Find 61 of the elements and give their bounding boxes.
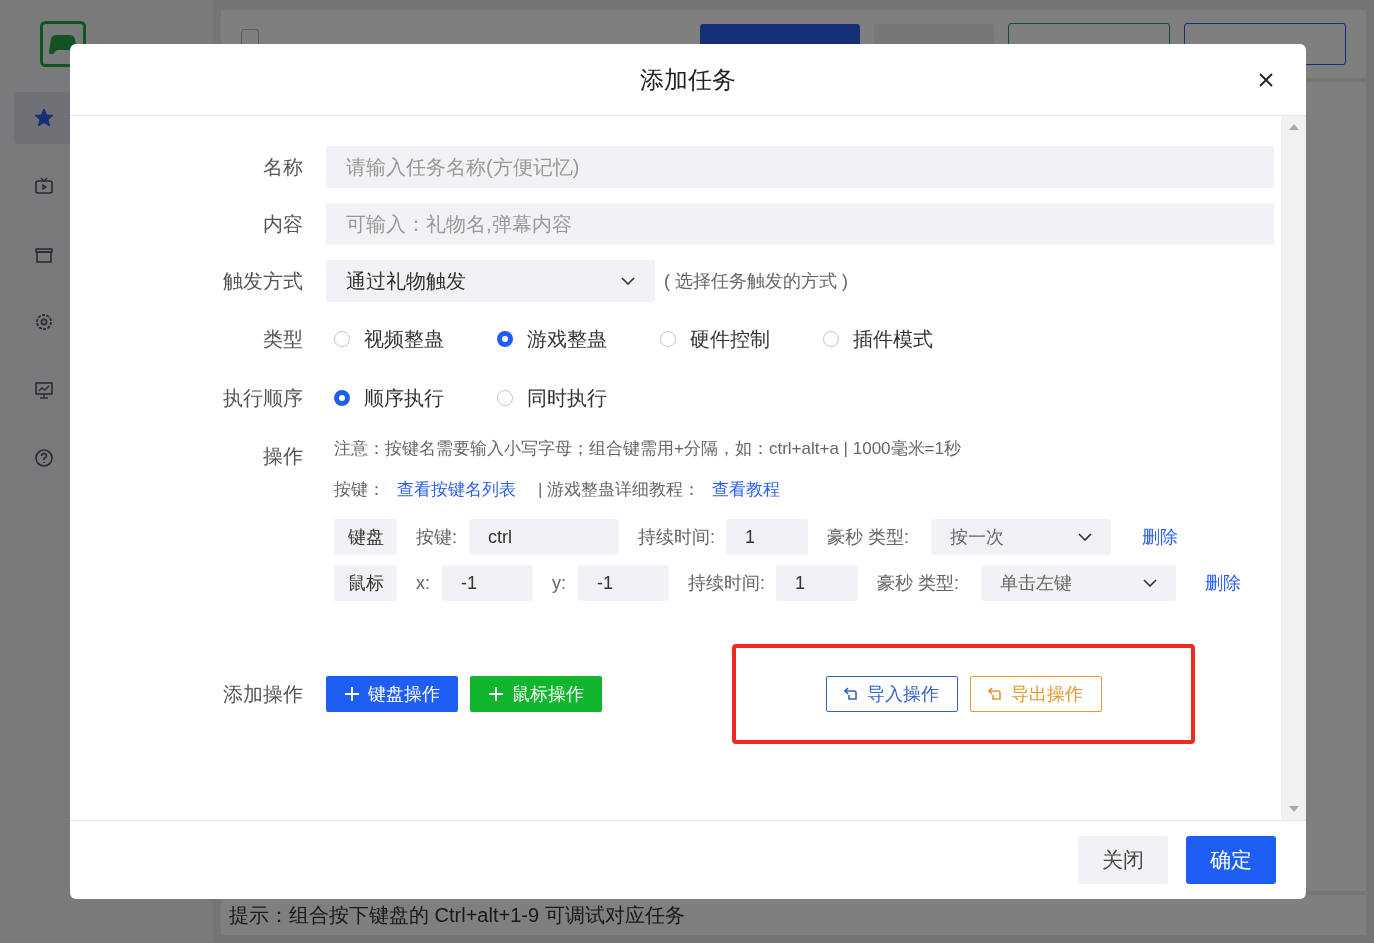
add-operation-button[interactable]: 键盘操作 — [326, 676, 458, 712]
monitor-icon — [34, 380, 54, 400]
field-label: x: — [416, 572, 430, 594]
help-icon — [34, 448, 54, 468]
delete-link[interactable]: 删除 — [1142, 525, 1179, 549]
field-label: 执行顺序 — [222, 385, 303, 411]
dialog-title: 添加任务 — [640, 64, 736, 95]
hint-text: 提示：组合按下键盘的 Ctrl+alt+1-9 可调试对应任务 — [229, 902, 685, 928]
swap-icon — [988, 687, 1002, 701]
close-button[interactable]: 关闭 — [1078, 836, 1168, 884]
field-label: 持续时间: — [688, 572, 766, 595]
field-label: 添加操作 — [222, 681, 303, 707]
y-field[interactable]: -1 — [578, 565, 670, 601]
swap-icon — [844, 687, 858, 701]
chevron-down-icon — [1143, 579, 1158, 587]
field-label: 名称 — [262, 154, 303, 180]
radio-option[interactable]: 插件模式 — [823, 325, 963, 353]
x-field[interactable]: -1 — [442, 565, 533, 601]
keys-label: 按键： — [334, 479, 385, 501]
gear-icon — [34, 312, 54, 332]
trigger-hint: ( 选择任务触发的方式 ) — [664, 270, 848, 293]
radio-button[interactable] — [334, 390, 350, 406]
tutorial-label: | 游戏整蛊详细教程： — [538, 479, 701, 501]
operation-tag: 鼠标 — [334, 565, 397, 601]
operation-tag: 键盘 — [334, 519, 397, 555]
field-label: 内容 — [262, 211, 303, 237]
field-label: 豪秒 类型: — [827, 526, 910, 549]
radio-option[interactable]: 硬件控制 — [660, 325, 800, 353]
field-label: 类型 — [262, 326, 303, 352]
field-label: 持续时间: — [638, 526, 716, 549]
radio-option[interactable]: 游戏整蛊 — [497, 325, 637, 353]
import-button[interactable]: 导入操作 — [825, 676, 958, 712]
name-field[interactable]: 请输入任务名称(方便记忆) — [326, 146, 1274, 188]
duration-field[interactable]: 1 — [776, 565, 859, 601]
radio-button[interactable] — [497, 331, 513, 347]
field-label: 豪秒 类型: — [877, 572, 960, 595]
radio-option[interactable]: 顺序执行 — [334, 384, 474, 412]
close-icon[interactable] — [1259, 73, 1273, 87]
plus-icon — [488, 687, 503, 701]
tv-icon — [34, 176, 54, 196]
chevron-down-icon — [1078, 533, 1093, 541]
radio-option[interactable]: 视频整蛊 — [334, 325, 474, 353]
plus-icon — [344, 687, 359, 701]
content-field[interactable]: 可输入：礼物名,弹幕内容 — [326, 203, 1274, 245]
note-text: 注意：按键名需要输入小写字母；组合键需用+分隔，如：ctrl+alt+a | 1000毫米=1秒 — [334, 438, 962, 460]
tutorial-link[interactable]: 查看教程 — [712, 473, 781, 507]
confirm-button[interactable]: 确定 — [1186, 836, 1276, 884]
chevron-down-icon — [621, 277, 635, 285]
field-label: y: — [552, 572, 567, 594]
radio-option[interactable]: 同时执行 — [497, 384, 637, 412]
key-list-link[interactable]: 查看按键名列表 — [397, 473, 516, 507]
type-select[interactable]: 单击左键 — [981, 565, 1177, 601]
field-label: 按键: — [416, 526, 457, 549]
trigger-select[interactable]: 通过礼物触发 — [326, 260, 655, 302]
delete-link[interactable]: 删除 — [1205, 571, 1242, 595]
type-select[interactable]: 按一次 — [931, 519, 1112, 555]
duration-field[interactable]: 1 — [726, 519, 809, 555]
field-label: 操作 — [262, 444, 303, 469]
star-icon — [34, 108, 54, 128]
field-label: 触发方式 — [222, 268, 303, 294]
key-field[interactable]: ctrl — [469, 519, 619, 555]
